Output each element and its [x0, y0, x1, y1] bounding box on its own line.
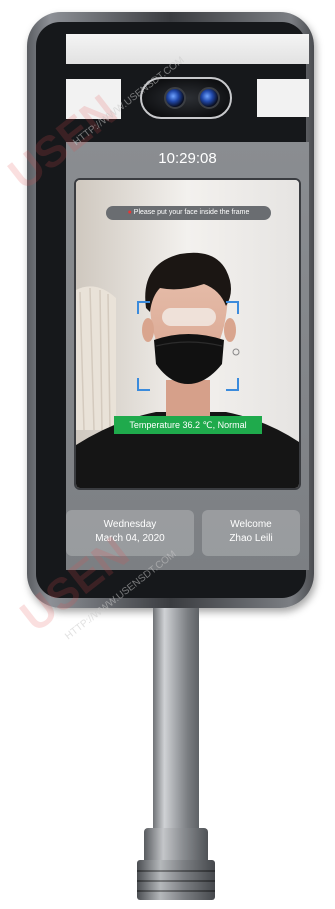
display-screen: 10:29:08 ● Please put your face inside t…	[66, 142, 309, 570]
weekday-label: Wednesday	[103, 519, 157, 530]
welcome-card: Welcome Zhao Leili	[202, 510, 300, 556]
nut-ridge	[137, 890, 215, 892]
camera-lens-right	[198, 87, 220, 109]
date-label: March 04, 2020	[95, 533, 165, 544]
alert-dot-icon: ●	[127, 209, 132, 216]
user-name: Zhao Leili	[229, 533, 273, 544]
nut-ridge	[137, 880, 215, 882]
face-prompt: ● Please put your face inside the frame	[106, 206, 271, 220]
sensor-window-right	[257, 79, 309, 117]
face-detection-frame	[137, 301, 239, 391]
face-prompt-text: Please put your face inside the frame	[133, 209, 250, 216]
welcome-label: Welcome	[230, 519, 272, 530]
clock-time: 10:29:08	[158, 150, 217, 167]
camera-lens-left	[164, 87, 186, 109]
nut-ridge	[137, 870, 215, 872]
top-light-bar	[66, 34, 309, 64]
mounting-pole	[153, 608, 199, 830]
temperature-badge: Temperature 36.2 ℃, Normal	[114, 416, 262, 434]
camera-viewport: ● Please put your face inside the frame …	[74, 178, 301, 490]
